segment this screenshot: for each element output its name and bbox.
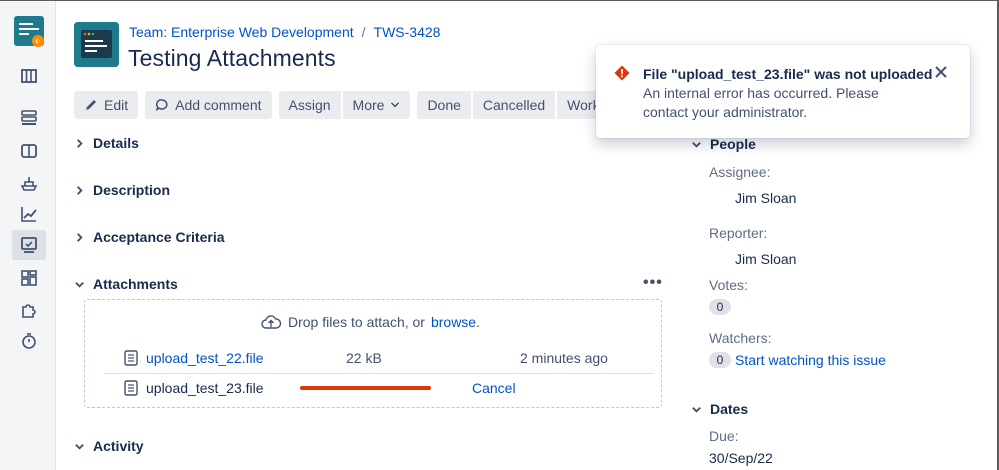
dates-heading: Dates — [710, 401, 749, 417]
ship-icon[interactable] — [12, 168, 46, 198]
due-date-value: 30/Sep/22 — [709, 450, 773, 466]
watchers-count-badge[interactable]: 0 — [709, 352, 731, 368]
flag-title: File "upload_test_23.file" was not uploa… — [643, 66, 933, 82]
timer-icon[interactable] — [12, 326, 46, 356]
releases-icon[interactable] — [12, 103, 46, 133]
window-top-border — [0, 0, 999, 1]
attachments-section-toggle[interactable]: Attachments — [74, 276, 178, 292]
chevron-right-icon — [77, 185, 83, 195]
reporter-value[interactable]: Jim Sloan — [735, 251, 796, 267]
breadcrumb-issue-key-link[interactable]: TWS-3428 — [374, 24, 441, 40]
assign-label: Assign — [288, 97, 331, 113]
drop-prompt: Drop files to attach, or browse. — [260, 314, 480, 330]
assign-button[interactable]: Assign — [278, 91, 341, 119]
assignee-label: Assignee: — [709, 164, 771, 180]
edit-button[interactable]: Edit — [74, 91, 139, 119]
project-avatar[interactable] — [74, 22, 119, 67]
assignee-value[interactable]: Jim Sloan — [735, 190, 796, 206]
description-section-toggle[interactable]: Description — [74, 182, 170, 198]
reporter-label: Reporter: — [709, 225, 768, 241]
components-icon[interactable] — [12, 263, 46, 293]
details-heading: Details — [93, 135, 139, 151]
votes-label: Votes: — [709, 277, 748, 293]
activity-section-toggle[interactable]: Activity — [74, 438, 144, 454]
flag-message: An internal error has occurred. Please c… — [643, 85, 879, 120]
attachment-row: upload_test_22.file 22 kB 2 minutes ago — [104, 344, 654, 372]
chevron-down-icon — [692, 406, 701, 413]
backlog-icon[interactable] — [12, 61, 46, 91]
issues-icon[interactable] — [12, 230, 46, 260]
add-comment-button[interactable]: Add comment — [145, 91, 272, 119]
comment-icon — [155, 99, 168, 112]
add-ons-icon[interactable] — [12, 295, 46, 325]
file-icon — [124, 350, 138, 366]
more-button[interactable]: More — [342, 91, 411, 119]
close-icon[interactable] — [934, 65, 948, 79]
breadcrumb-separator: / — [361, 24, 366, 40]
uploading-file-name: upload_test_23.file — [146, 379, 264, 396]
done-button[interactable]: Done — [417, 91, 471, 119]
people-section-toggle[interactable]: People — [691, 136, 756, 152]
board-icon[interactable] — [12, 136, 46, 166]
attachments-more-button[interactable]: ••• — [643, 274, 663, 292]
watchers-label: Watchers: — [709, 330, 772, 346]
chevron-down-icon — [75, 281, 84, 288]
details-section-toggle[interactable]: Details — [74, 135, 139, 151]
page-title: Testing Attachments — [128, 45, 336, 71]
description-heading: Description — [93, 182, 171, 198]
chevron-down-icon — [75, 443, 84, 450]
attachment-file-link[interactable]: upload_test_22.file — [146, 350, 264, 366]
chevron-right-icon — [77, 232, 83, 242]
pencil-icon — [86, 100, 96, 110]
cancel-upload-link[interactable]: Cancel — [472, 380, 516, 396]
attachment-size: 22 kB — [346, 350, 382, 366]
acceptance-criteria-heading: Acceptance Criteria — [93, 229, 225, 245]
people-heading: People — [710, 136, 756, 152]
cancelled-label: Cancelled — [482, 97, 546, 113]
attachments-heading: Attachments — [93, 276, 178, 292]
chevron-down-icon — [391, 102, 400, 108]
breadcrumb: Team: Enterprise Web Development / TWS-3… — [129, 24, 440, 40]
upload-progress-bar — [300, 386, 431, 390]
start-watching-link[interactable]: Start watching this issue — [735, 352, 886, 368]
cloud-upload-icon — [261, 315, 282, 329]
more-label: More — [352, 97, 385, 113]
edit-button-label: Edit — [104, 97, 129, 113]
add-comment-label: Add comment — [175, 97, 262, 113]
attachment-date: 2 minutes ago — [520, 350, 608, 366]
sidebar — [0, 1, 56, 470]
drop-text: Drop files to attach, or — [288, 314, 425, 330]
acceptance-criteria-section-toggle[interactable]: Acceptance Criteria — [74, 229, 225, 245]
file-icon — [124, 379, 138, 396]
due-label: Due: — [709, 428, 739, 444]
reports-icon[interactable] — [12, 199, 46, 229]
error-icon — [614, 65, 630, 81]
upload-error-flag: File "upload_test_23.file" was not uploa… — [596, 45, 970, 138]
breadcrumb-team-link[interactable]: Team: Enterprise Web Development — [129, 24, 354, 40]
issue-toolbar: Edit Add comment Assign More Done Cancel… — [74, 91, 618, 119]
uploading-row: upload_test_23.file Cancel — [104, 373, 654, 401]
activity-heading: Activity — [93, 438, 144, 454]
done-label: Done — [427, 97, 461, 113]
chevron-down-icon — [692, 141, 701, 148]
dates-section-toggle[interactable]: Dates — [691, 401, 748, 417]
browse-link[interactable]: browse — [431, 314, 476, 330]
cancelled-button[interactable]: Cancelled — [472, 91, 556, 119]
chevron-right-icon — [77, 138, 83, 148]
votes-count-badge[interactable]: 0 — [709, 299, 731, 315]
project-logo-icon[interactable] — [14, 16, 44, 48]
browse-suffix: . — [476, 314, 480, 330]
